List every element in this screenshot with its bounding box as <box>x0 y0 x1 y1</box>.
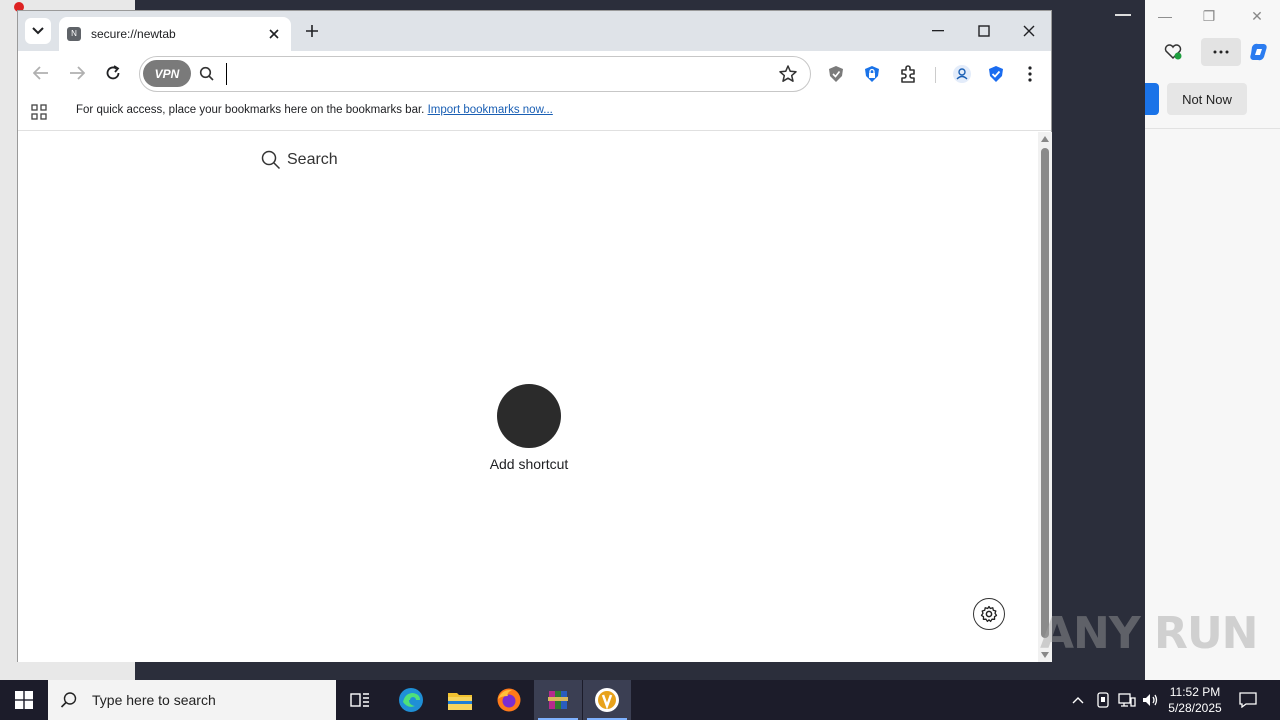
network-icon[interactable] <box>1115 680 1139 720</box>
shield-check-icon[interactable] <box>984 62 1008 86</box>
ntp-search-button[interactable]: Search <box>261 150 338 170</box>
bookmarks-bar: For quick access, place your bookmarks h… <box>18 95 1051 131</box>
copilot-icon[interactable] <box>1245 38 1273 66</box>
not-now-button[interactable]: Not Now <box>1167 83 1247 115</box>
bookmarks-hint-text: For quick access, place your bookmarks h… <box>76 104 425 116</box>
device-icon[interactable] <box>1092 680 1114 720</box>
show-hidden-icons-chevron-icon[interactable] <box>1066 680 1090 720</box>
chevron-down-icon <box>32 27 44 35</box>
firefox-icon[interactable] <box>485 680 533 720</box>
clock-date: 5/28/2025 <box>1168 701 1222 715</box>
ntp-search-label: Search <box>287 151 338 168</box>
browser-menu-icon[interactable] <box>1018 62 1042 86</box>
new-tab-icon[interactable] <box>300 19 324 43</box>
tab-newtab[interactable]: N secure://newtab <box>59 17 291 51</box>
primary-action-button[interactable] <box>1145 83 1159 115</box>
scroll-thumb[interactable] <box>1041 148 1049 638</box>
taskbar-search-box[interactable]: Type here to search <box>48 680 336 720</box>
add-shortcut-tile[interactable]: Add shortcut <box>479 384 579 472</box>
extensions-puzzle-icon[interactable] <box>896 62 920 86</box>
forward-arrow-icon[interactable] <box>63 59 91 87</box>
tab-title: secure://newtab <box>91 27 176 41</box>
notification-center-icon[interactable] <box>1234 680 1262 720</box>
divider <box>1145 128 1280 129</box>
tab-search-button[interactable] <box>25 18 51 44</box>
search-icon <box>261 150 281 170</box>
edge-minimize-icon[interactable]: — <box>1153 6 1177 26</box>
task-view-icon[interactable] <box>336 680 384 720</box>
more-options-icon[interactable] <box>1201 38 1241 66</box>
vpn-button[interactable]: VPN <box>143 60 191 87</box>
apps-grid-icon[interactable] <box>30 103 48 121</box>
lock-shield-extension-icon[interactable] <box>860 62 884 86</box>
taskbar-search-placeholder: Type here to search <box>92 692 216 708</box>
address-input[interactable] <box>226 63 756 85</box>
tab-strip: N secure://newtab <box>18 11 1051 51</box>
clock-time: 11:52 PM <box>1169 685 1221 699</box>
new-tab-page: Search Add shortcut <box>18 132 1038 662</box>
winrar-icon[interactable] <box>534 680 582 720</box>
back-arrow-icon[interactable] <box>27 59 55 87</box>
customize-gear-icon[interactable] <box>973 598 1005 630</box>
edge-taskbar-icon[interactable] <box>387 680 435 720</box>
search-icon <box>60 692 77 708</box>
tab-close-icon[interactable] <box>265 25 283 43</box>
start-windows-icon[interactable] <box>0 680 48 720</box>
bookmarks-message: For quick access, place your bookmarks h… <box>76 104 553 116</box>
window-close-icon[interactable] <box>1014 19 1044 43</box>
browser-window: N secure://newtab VPN For quick access, … <box>17 10 1052 662</box>
browser-taskbar-icon[interactable] <box>583 680 631 720</box>
page-scrollbar[interactable] <box>1038 132 1052 662</box>
health-icon[interactable] <box>1159 38 1187 66</box>
file-explorer-icon[interactable] <box>436 680 484 720</box>
address-bar[interactable]: VPN <box>139 56 811 92</box>
taskbar: Type here to search 11:52 PM 5/28/2025 <box>0 680 1280 720</box>
bookmark-star-icon[interactable] <box>778 64 798 84</box>
background-edge-window: — ❐ ✕ Not Now <box>1145 0 1280 680</box>
anyrun-watermark: ANY RUN <box>1040 608 1258 659</box>
browser-toolbar: VPN <box>18 51 1051 95</box>
tab-favicon: N <box>67 27 81 41</box>
add-shortcut-icon[interactable] <box>497 384 561 448</box>
edge-restore-icon[interactable]: ❐ <box>1197 6 1221 26</box>
toolbar-divider <box>935 67 936 83</box>
edge-close-icon[interactable]: ✕ <box>1245 6 1269 26</box>
profile-avatar-icon[interactable] <box>950 62 974 86</box>
minimize-icon[interactable] <box>1115 14 1131 16</box>
shield-extension-icon[interactable] <box>824 62 848 86</box>
search-icon <box>199 66 214 81</box>
window-minimize-icon[interactable] <box>923 19 953 43</box>
scroll-up-arrow-icon[interactable] <box>1041 136 1049 142</box>
reload-icon[interactable] <box>99 59 127 87</box>
window-maximize-icon[interactable] <box>969 19 999 43</box>
import-bookmarks-link[interactable]: Import bookmarks now... <box>428 104 553 116</box>
system-clock[interactable]: 11:52 PM 5/28/2025 <box>1160 684 1230 716</box>
add-shortcut-label: Add shortcut <box>489 456 569 472</box>
